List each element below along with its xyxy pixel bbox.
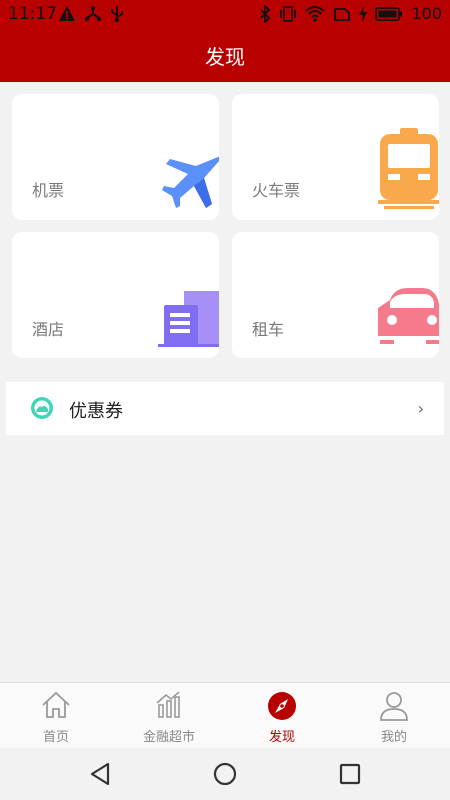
- card-train[interactable]: 火车票: [232, 94, 439, 220]
- card-label: 火车票: [252, 181, 301, 200]
- home-button-icon[interactable]: [213, 762, 237, 786]
- battery-icon: [375, 6, 403, 21]
- page-title: 发现: [205, 44, 245, 69]
- back-icon[interactable]: [89, 762, 111, 786]
- tab-home[interactable]: 首页: [0, 683, 112, 749]
- bluetooth-icon: [260, 4, 271, 23]
- hotel-building-icon: [158, 291, 219, 347]
- car-icon: [378, 288, 439, 344]
- tab-label: 首页: [42, 730, 69, 745]
- home-icon: [42, 691, 70, 718]
- tab-discover[interactable]: 发现: [226, 683, 338, 749]
- header: 发现: [0, 28, 450, 82]
- tab-label: 金融超市: [142, 730, 195, 745]
- status-right-icons: 100: [259, 4, 442, 23]
- airplane-icon: [162, 156, 219, 208]
- network-share-icon: [85, 6, 101, 21]
- tab-profile[interactable]: 我的: [338, 683, 450, 749]
- tab-label: 我的: [380, 730, 407, 745]
- chevron-right-icon: ›: [417, 399, 424, 418]
- battery-level: 100: [411, 4, 442, 23]
- card-hotel[interactable]: 酒店: [12, 232, 219, 358]
- status-time: 11:17: [8, 4, 57, 24]
- card-label: 租车: [252, 320, 285, 339]
- system-nav-bar: [0, 748, 450, 800]
- recents-icon[interactable]: [339, 763, 361, 785]
- card-car-rental[interactable]: 租车: [232, 232, 439, 358]
- tab-label: 发现: [268, 730, 295, 745]
- compass-icon: [268, 692, 296, 720]
- train-icon: [378, 128, 439, 209]
- coupon-row[interactable]: 优惠券 ›: [6, 382, 444, 435]
- card-flight[interactable]: 机票: [12, 94, 219, 220]
- card-label: 酒店: [32, 320, 65, 339]
- usb-icon: [111, 6, 123, 22]
- chart-icon: [156, 691, 180, 718]
- status-bar: 11:17 100: [0, 0, 450, 28]
- coupon-label: 优惠券: [69, 401, 123, 422]
- tab-finance-market[interactable]: 金融超市: [113, 683, 225, 749]
- wifi-icon: [305, 5, 326, 22]
- warning-icon: [59, 6, 75, 21]
- status-left-icons: [58, 5, 124, 22]
- charging-icon: [359, 5, 368, 22]
- user-icon: [380, 692, 408, 721]
- sim-icon: [334, 7, 351, 21]
- coupon-icon: [31, 397, 53, 419]
- bottom-nav: 首页 金融超市 发现 我的: [0, 682, 450, 748]
- card-label: 机票: [32, 181, 65, 200]
- vibrate-icon: [280, 5, 297, 22]
